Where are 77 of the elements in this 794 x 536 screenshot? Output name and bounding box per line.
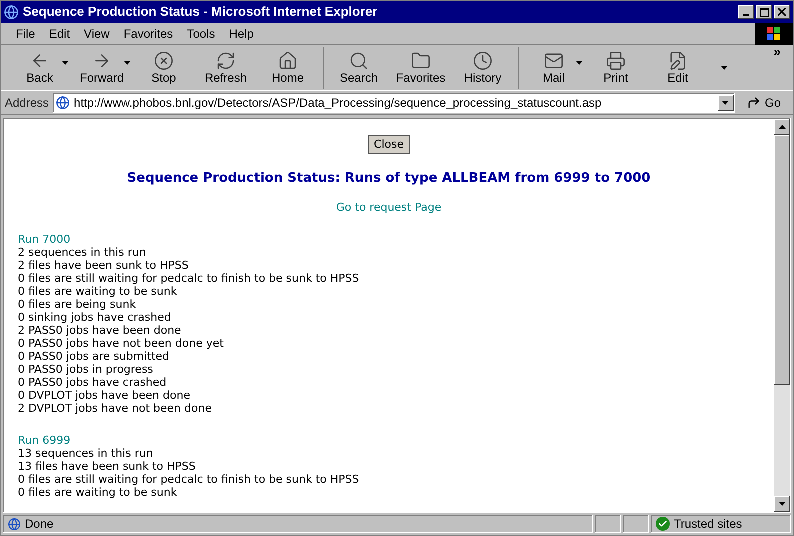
scrollbar[interactable] <box>774 119 790 512</box>
close-icon <box>778 8 786 16</box>
windows-logo-icon <box>755 22 793 44</box>
status-line: 0 sinking jobs have crashed <box>18 311 172 324</box>
maximize-button[interactable] <box>756 5 772 19</box>
run-link[interactable]: Run 7000 <box>18 233 760 246</box>
toolbar-button[interactable]: Favorites <box>390 46 452 88</box>
status-panel <box>595 515 621 533</box>
status-line: 2 DVPLOT jobs have not been done <box>18 402 213 415</box>
status-line: 0 files are waiting to be sunk <box>18 486 178 499</box>
toolbar-button[interactable]: Forward <box>71 46 133 88</box>
toolbar-button[interactable]: Mail <box>523 46 585 88</box>
stop-icon <box>154 50 174 70</box>
status-line: 2 sequences in this run <box>18 246 148 259</box>
menu-item[interactable]: File <box>9 24 42 42</box>
status-line: 0 PASS0 jobs have not been done yet <box>18 337 225 350</box>
menu-item[interactable]: Tools <box>180 24 222 42</box>
address-label: Address <box>5 94 50 112</box>
menu-item[interactable]: Favorites <box>116 24 180 42</box>
zone-text: Trusted sites <box>674 516 742 533</box>
up-arrow-icon <box>778 125 786 129</box>
status-line: 0 files are still waiting for pedcalc to finish to be sunk to HPSS <box>18 272 360 285</box>
status-line: 0 PASS0 jobs have crashed <box>18 376 168 389</box>
status-line: 0 files are being sunk <box>18 298 138 311</box>
dropdown-button[interactable] <box>718 94 734 110</box>
printer-icon <box>606 50 626 70</box>
page-icon <box>8 518 21 530</box>
menu-item[interactable]: Edit <box>42 24 78 42</box>
close-button[interactable]: Close <box>368 135 410 154</box>
status-line: 0 PASS0 jobs in progress <box>18 363 154 376</box>
window-title: Sequence Production Status - Microsoft Internet Explorer <box>23 3 379 22</box>
edit-icon <box>668 50 688 70</box>
scroll-down-button[interactable] <box>774 496 790 512</box>
toolbar-button[interactable]: Edit <box>647 46 709 88</box>
check-icon <box>656 517 670 531</box>
scroll-up-button[interactable] <box>774 119 790 135</box>
status-text: Done <box>25 516 54 533</box>
caret-icon <box>721 66 728 70</box>
down-arrow-icon <box>778 502 786 506</box>
scrollbar-thumb[interactable] <box>774 135 790 385</box>
home-icon <box>278 50 298 70</box>
refresh-icon <box>216 50 236 70</box>
toolbar-button[interactable]: Back <box>9 46 71 88</box>
status-panel <box>623 515 649 533</box>
status-line: 13 files have been sunk to HPSS <box>18 460 197 473</box>
close-button[interactable] <box>774 5 790 19</box>
maximize-icon <box>760 8 768 16</box>
toolbar-button[interactable]: History <box>452 46 514 88</box>
mail-icon <box>544 50 564 70</box>
toolbar-button[interactable]: Search <box>328 46 390 88</box>
caret-icon <box>722 100 730 104</box>
go-arrow-icon <box>746 96 761 110</box>
browser-icon <box>4 4 19 20</box>
status-line: 0 files are still waiting for pedcalc to finish to be sunk to HPSS <box>18 473 360 486</box>
status-line: 2 PASS0 jobs have been done <box>18 324 182 337</box>
request-page-link[interactable]: Go to request Page <box>336 201 442 214</box>
clock-icon <box>473 50 493 70</box>
folder-icon <box>411 50 431 70</box>
minimize-button[interactable] <box>738 5 754 19</box>
status-line: 2 files have been sunk to HPSS <box>18 259 190 272</box>
toolbar-button[interactable]: Print <box>585 46 647 88</box>
go-button[interactable]: Go <box>738 94 789 112</box>
page-icon <box>56 96 70 110</box>
more-button[interactable]: » <box>774 45 781 58</box>
toolbar-button[interactable]: Stop <box>133 46 195 88</box>
menu-item[interactable]: View <box>77 24 117 42</box>
menu-item[interactable]: Help <box>222 24 261 42</box>
status-line: 0 files are waiting to be sunk <box>18 285 178 298</box>
toolbar-button[interactable]: Home <box>257 46 319 88</box>
run-link[interactable]: Run 6999 <box>18 434 760 447</box>
status-line: 0 DVPLOT jobs have been done <box>18 389 192 402</box>
status-line: 13 sequences in this run <box>18 447 154 460</box>
toolbar-button[interactable]: Refresh <box>195 46 257 88</box>
page-heading: Sequence Production Status: Runs of type ALLBEAM from 6999 to 7000 <box>126 172 652 185</box>
status-line: 0 PASS0 jobs are submitted <box>18 350 171 363</box>
search-icon <box>349 50 369 70</box>
address-field[interactable]: http://www.phobos.bnl.gov/Detectors/ASP/Data_Processing/sequence_processing_statuscount.asp <box>53 92 735 112</box>
